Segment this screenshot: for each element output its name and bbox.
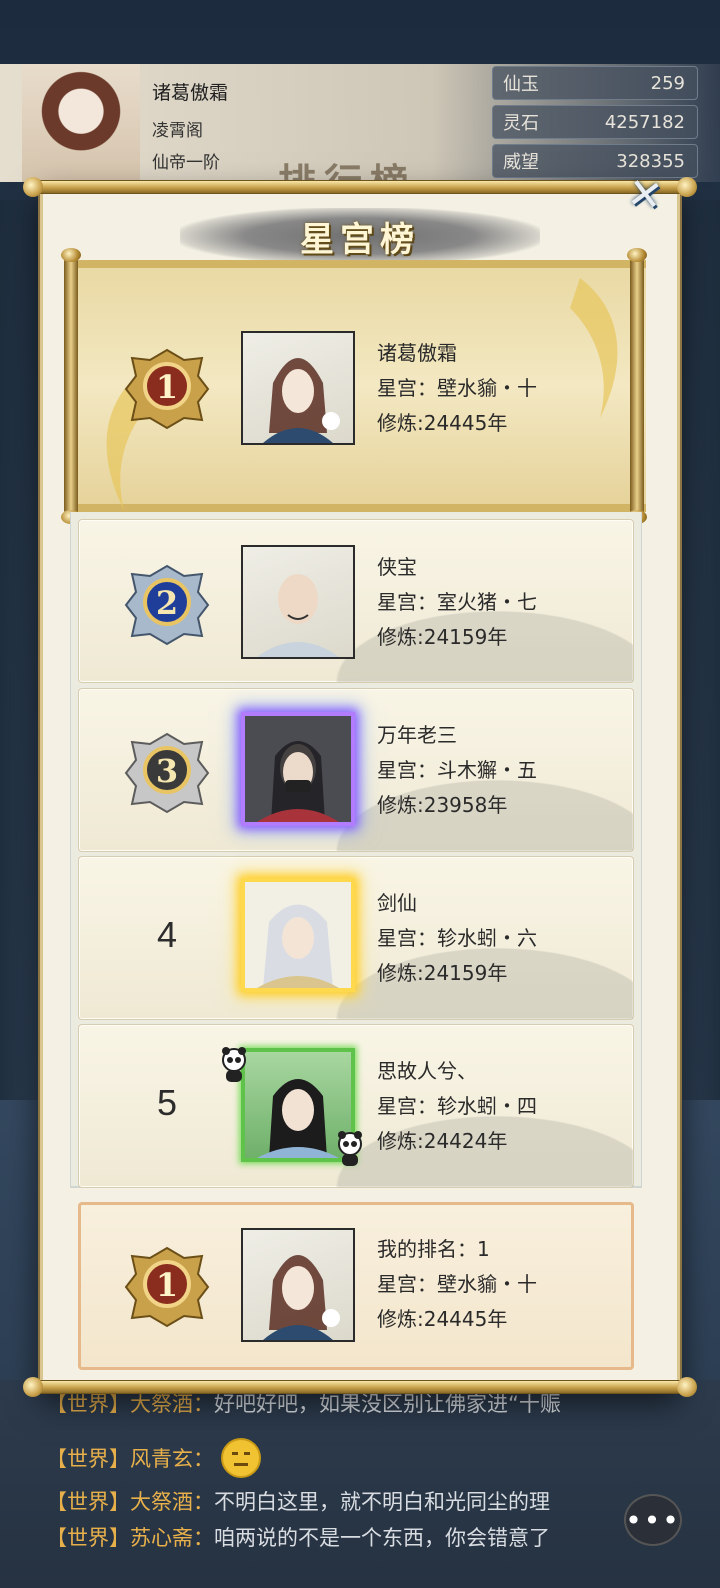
chat-sender: 大祭酒： bbox=[130, 1392, 214, 1416]
scroll-pole-left bbox=[61, 248, 81, 524]
player-portrait[interactable] bbox=[22, 64, 140, 182]
player-cultivation: 修炼:24424年 bbox=[377, 1129, 508, 1153]
player-name: 万年老三 bbox=[377, 723, 457, 747]
panda-icon bbox=[222, 1047, 246, 1082]
chat-text: 咱两说的不是一个东西，你会错意了 bbox=[214, 1526, 550, 1550]
avatar[interactable] bbox=[241, 1228, 355, 1342]
phoenix-ornament-icon bbox=[570, 278, 618, 418]
chat-sender: 苏心斋： bbox=[130, 1526, 214, 1550]
player-realm: 仙帝一阶 bbox=[152, 153, 220, 173]
chat-sender: 大祭酒： bbox=[130, 1490, 214, 1514]
player-name: 诸葛傲霜 bbox=[377, 341, 457, 365]
rank-number: 5 bbox=[156, 1082, 178, 1123]
resource-label: 灵石 bbox=[503, 113, 539, 134]
resource-value: 4257182 bbox=[604, 111, 685, 133]
neutral-face-emoji-icon bbox=[220, 1438, 261, 1478]
avatar[interactable] bbox=[241, 331, 355, 445]
player-cultivation: 修炼:24159年 bbox=[377, 625, 508, 649]
rank-number: 4 bbox=[156, 914, 178, 955]
player-info: 诸葛傲霜 星宫：壁水貐・十 修炼:24445年 bbox=[377, 336, 537, 441]
resource-label: 威望 bbox=[503, 152, 539, 173]
scroll-rod-top bbox=[23, 177, 697, 197]
player-info: 思故人兮、 星宫：轸水蚓・四 修炼:24424年 bbox=[377, 1054, 537, 1159]
player-info: 侠宝 星宫：室火猪・七 修炼:24159年 bbox=[377, 550, 537, 655]
modal-title: 星宫榜 bbox=[300, 219, 420, 260]
player-star-palace: 星宫：壁水貐・十 bbox=[377, 376, 537, 400]
gold-medal-rank-1-icon: 1 bbox=[124, 348, 210, 430]
player-name: 侠宝 bbox=[377, 555, 417, 579]
chat-text: 不明白这里，就不明白和光同尘的理 bbox=[214, 1490, 550, 1514]
avatar[interactable] bbox=[241, 712, 355, 826]
avatar[interactable] bbox=[241, 878, 355, 992]
modal-title-banner: 星宫榜 bbox=[180, 208, 540, 264]
chat-channel: 【世界】 bbox=[46, 1526, 130, 1550]
player-cultivation: 修炼:24445年 bbox=[377, 411, 508, 435]
chat-message: 【世界】风青玄： bbox=[46, 1438, 261, 1480]
resource-label: 仙玉 bbox=[503, 74, 539, 95]
player-star-palace: 星宫：轸水蚓・六 bbox=[377, 926, 537, 950]
player-name: 剑仙 bbox=[377, 891, 417, 915]
gold-medal-rank-1-icon: 1 bbox=[124, 1246, 210, 1328]
player-cultivation: 修炼:23958年 bbox=[377, 793, 508, 817]
player-star-palace: 星宫：室火猪・七 bbox=[377, 590, 537, 614]
player-star-palace: 星宫：轸水蚓・四 bbox=[377, 1094, 537, 1118]
svg-text:2: 2 bbox=[156, 584, 178, 622]
avatar[interactable] bbox=[241, 545, 355, 659]
my-rank-medal-number: 1 bbox=[156, 1266, 178, 1304]
player-info: 剑仙 星宫：轸水蚓・六 修炼:24159年 bbox=[377, 886, 537, 991]
player-cultivation: 修炼:24159年 bbox=[377, 961, 508, 985]
svg-text:1: 1 bbox=[156, 368, 178, 406]
player-sect: 凌霄阁 bbox=[152, 121, 203, 141]
scroll-rod-bottom bbox=[23, 1377, 697, 1397]
player-cultivation: 修炼:24445年 bbox=[377, 1307, 508, 1331]
player-name: 诸葛傲霜 bbox=[152, 82, 229, 104]
player-star-palace: 星宫：壁水貐・十 bbox=[377, 1272, 537, 1296]
svg-text:3: 3 bbox=[156, 752, 178, 790]
chat-channel: 【世界】 bbox=[46, 1392, 130, 1416]
silver-medal-rank-3-icon: 3 bbox=[124, 732, 210, 814]
player-info: 万年老三 星宫：斗木獬・五 修炼:23958年 bbox=[377, 718, 537, 823]
my-rank-info: 我的排名：1 星宫：壁水貐・十 修炼:24445年 bbox=[377, 1232, 537, 1337]
resource-value: 259 bbox=[650, 72, 685, 94]
blue-medal-rank-2-icon: 2 bbox=[124, 564, 210, 646]
resource-weiwang: 威望 328355 bbox=[492, 144, 698, 178]
close-icon[interactable]: ✕ bbox=[619, 168, 671, 221]
chat-message: 【世界】苏心斋：咱两说的不是一个东西，你会错意了 bbox=[46, 1522, 550, 1552]
resource-xianyu: 仙玉 259 bbox=[492, 66, 698, 100]
player-name: 思故人兮、 bbox=[377, 1059, 477, 1083]
player-star-palace: 星宫：斗木獬・五 bbox=[377, 758, 537, 782]
chat-channel: 【世界】 bbox=[46, 1490, 130, 1514]
resource-lingshi: 灵石 4257182 bbox=[492, 105, 698, 139]
my-rank-label: 我的排名：1 bbox=[377, 1237, 490, 1261]
chat-text: 好吧好吧，如果没区别让佛家进“十赈 bbox=[214, 1392, 561, 1416]
chat-message: 【世界】大祭酒：不明白这里，就不明白和光同尘的理 bbox=[46, 1486, 550, 1516]
chat-bubble-icon[interactable]: ••• bbox=[624, 1494, 682, 1546]
chat-channel: 【世界】 bbox=[46, 1447, 130, 1471]
panda-icon bbox=[338, 1131, 362, 1166]
chat-sender: 风青玄： bbox=[130, 1447, 214, 1471]
